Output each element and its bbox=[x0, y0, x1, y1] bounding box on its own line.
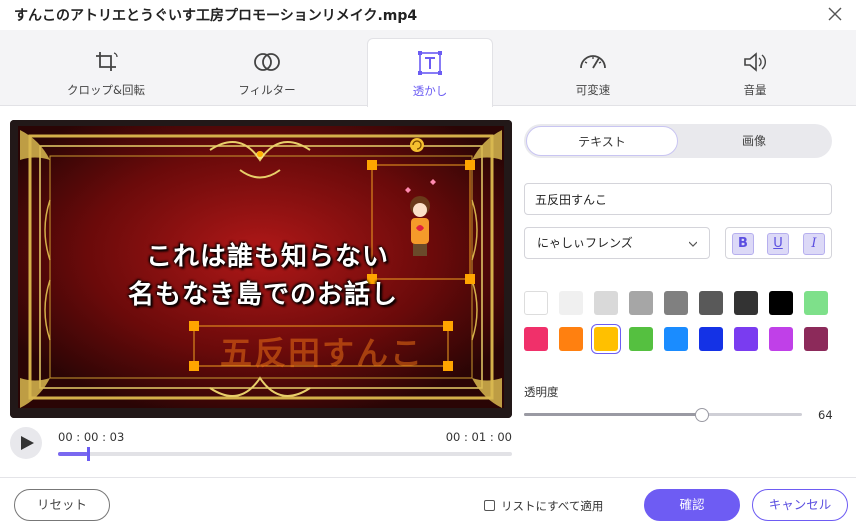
font-select-value: にゃしぃフレンズ bbox=[537, 236, 633, 250]
tab-filter[interactable]: フィルター bbox=[204, 38, 330, 106]
color-swatch[interactable] bbox=[699, 291, 723, 315]
watermark-text-input[interactable] bbox=[524, 183, 832, 215]
seek-handle[interactable] bbox=[86, 447, 90, 461]
close-icon[interactable] bbox=[828, 7, 842, 21]
color-swatch[interactable] bbox=[559, 327, 583, 351]
watermark-type-toggle: テキスト 画像 bbox=[524, 124, 832, 158]
tab-speed[interactable]: 可変速 bbox=[530, 38, 656, 106]
video-preview[interactable]: これは誰も知らない 名もなき島でのお話し 五反田すんこ bbox=[10, 120, 512, 418]
tab-volume[interactable]: 音量 bbox=[692, 38, 818, 106]
opacity-value: 64 bbox=[818, 408, 833, 422]
color-swatch[interactable] bbox=[664, 327, 688, 351]
confirm-button[interactable]: 確認 bbox=[644, 489, 740, 521]
window-title: すんこのアトリエとうぐいす工房プロモーションリメイク.mp4 bbox=[14, 8, 418, 24]
watermark-text-icon bbox=[416, 51, 444, 75]
italic-button[interactable]: I bbox=[803, 233, 825, 255]
tab-crop-rotate[interactable]: クロップ&回転 bbox=[43, 38, 169, 106]
color-swatch[interactable] bbox=[804, 327, 828, 351]
font-select[interactable]: にゃしぃフレンズ bbox=[524, 227, 710, 259]
color-swatch[interactable] bbox=[594, 291, 618, 315]
crop-rotate-icon bbox=[92, 50, 120, 74]
bold-button[interactable]: B bbox=[732, 233, 754, 255]
filter-icon bbox=[253, 50, 281, 74]
apply-all-checkbox[interactable]: リストにすべて適用 bbox=[484, 498, 603, 514]
checkbox-box[interactable] bbox=[484, 500, 495, 511]
opacity-slider-handle[interactable] bbox=[694, 408, 709, 422]
color-swatch[interactable] bbox=[804, 291, 828, 315]
apply-all-label: リストにすべて適用 bbox=[501, 499, 604, 513]
segment-text[interactable]: テキスト bbox=[526, 126, 678, 156]
volume-icon bbox=[741, 50, 769, 74]
opacity-slider-fill bbox=[524, 413, 702, 416]
title-bar: すんこのアトリエとうぐいす工房プロモーションリメイク.mp4 bbox=[0, 0, 856, 30]
opacity-slider[interactable] bbox=[524, 413, 802, 416]
color-swatch[interactable] bbox=[629, 327, 653, 351]
watermark-overlay[interactable]: 五反田すんこ bbox=[220, 328, 424, 374]
tab-label: クロップ&回転 bbox=[67, 83, 145, 97]
color-swatch[interactable] bbox=[664, 291, 688, 315]
color-swatch[interactable] bbox=[699, 327, 723, 351]
underline-button[interactable]: U bbox=[767, 233, 789, 255]
chevron-down-icon bbox=[689, 241, 697, 247]
video-caption-line1: これは誰も知らない bbox=[146, 242, 390, 272]
total-time: 00 : 01 : 00 bbox=[445, 430, 512, 444]
color-swatch[interactable] bbox=[559, 291, 583, 315]
video-caption-line2: 名もなき島でのお話し bbox=[128, 280, 399, 310]
segment-image[interactable]: 画像 bbox=[678, 126, 830, 156]
color-swatch[interactable] bbox=[734, 327, 758, 351]
color-swatch[interactable] bbox=[769, 327, 793, 351]
seek-progress bbox=[58, 452, 88, 456]
tab-watermark[interactable]: 透かし bbox=[367, 38, 493, 107]
tab-label: 音量 bbox=[743, 83, 767, 97]
color-swatch[interactable] bbox=[594, 327, 618, 351]
color-swatch[interactable] bbox=[629, 291, 653, 315]
cancel-button[interactable]: キャンセル bbox=[752, 489, 848, 521]
color-swatch[interactable] bbox=[769, 291, 793, 315]
play-icon bbox=[21, 436, 34, 450]
opacity-label: 透明度 bbox=[524, 385, 559, 399]
tab-label: 可変速 bbox=[575, 83, 611, 97]
tool-tabs: クロップ&回転 フィルター 透かし 可変速 音量 bbox=[0, 30, 856, 107]
reset-button[interactable]: リセット bbox=[14, 489, 110, 521]
speedometer-icon bbox=[579, 50, 607, 74]
play-button[interactable] bbox=[10, 427, 42, 459]
tab-label: フィルター bbox=[238, 83, 296, 97]
text-style-group: B U I bbox=[725, 227, 832, 259]
color-swatch[interactable] bbox=[524, 291, 548, 315]
tab-label: 透かし bbox=[412, 84, 448, 98]
color-swatch[interactable] bbox=[734, 291, 758, 315]
seek-bar[interactable] bbox=[58, 447, 512, 461]
current-time: 00 : 00 : 03 bbox=[58, 430, 125, 444]
color-swatch[interactable] bbox=[524, 327, 548, 351]
